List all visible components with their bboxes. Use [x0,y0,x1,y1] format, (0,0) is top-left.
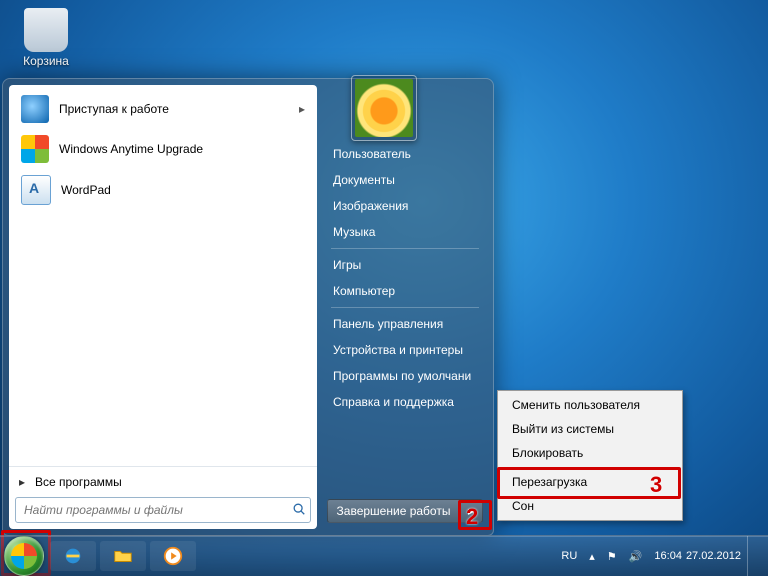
search-icon [288,502,310,519]
power-item-logoff[interactable]: Выйти из системы [500,417,680,441]
right-item-user[interactable]: Пользователь [321,141,489,167]
tray-show-hidden-icons[interactable]: ▴ [583,536,601,576]
search-box[interactable] [15,497,311,523]
getting-started-icon [21,95,49,123]
desktop: Корзина Приступая к работе ▸ Windows Any… [0,0,768,576]
user-picture-icon [355,79,413,137]
taskbar-item-ie[interactable] [50,541,96,571]
program-item-anytime-upgrade[interactable]: Windows Anytime Upgrade [13,129,313,169]
tray-clock[interactable]: 16:04 27.02.2012 [648,536,747,576]
media-player-icon [162,545,184,567]
all-programs-label: Все программы [35,475,122,489]
right-item-games[interactable]: Игры [321,252,489,278]
power-item-switch-user[interactable]: Сменить пользователя [500,393,680,417]
chevron-up-icon: ▴ [589,550,595,563]
ie-icon [62,545,84,567]
shutdown-button[interactable]: Завершение работы [327,499,459,523]
program-label: WordPad [61,183,111,197]
power-item-lock[interactable]: Блокировать [500,441,680,465]
separator [331,307,479,308]
right-item-help[interactable]: Справка и поддержка [321,389,489,415]
right-item-devices[interactable]: Устройства и принтеры [321,337,489,363]
wordpad-icon [21,175,51,205]
all-programs-button[interactable]: ▸ Все программы [9,466,317,497]
system-tray: RU ▴ ⚑ 🔊 16:04 27.02.2012 [555,536,768,576]
right-item-default-programs[interactable]: Программы по умолчани [321,363,489,389]
search-input[interactable] [16,503,288,517]
program-item-wordpad[interactable]: WordPad [13,169,313,211]
program-list: Приступая к работе ▸ Windows Anytime Upg… [9,85,317,466]
right-item-computer[interactable]: Компьютер [321,278,489,304]
start-menu: Приступая к работе ▸ Windows Anytime Upg… [2,78,494,536]
folder-icon [112,545,134,567]
right-item-documents[interactable]: Документы [321,167,489,193]
windows-anytime-icon [21,135,49,163]
recycle-bin-label: Корзина [16,54,76,68]
user-picture-frame[interactable] [351,75,417,141]
recycle-bin[interactable]: Корзина [16,8,76,68]
triangle-right-icon: ▸ [19,475,25,489]
recycle-bin-icon [24,8,68,52]
separator [331,248,479,249]
taskbar-item-explorer[interactable] [100,541,146,571]
tray-language[interactable]: RU [555,536,583,576]
show-desktop-button[interactable] [747,536,768,576]
start-button[interactable] [4,536,44,576]
right-item-music[interactable]: Музыка [321,219,489,245]
submenu-arrow-icon: ▸ [299,102,305,116]
taskbar-item-media-player[interactable] [150,541,196,571]
power-options-menu: Сменить пользователя Выйти из системы Бл… [497,390,683,521]
program-label: Приступая к работе [59,102,169,116]
annotation-marker-2: 2 [466,504,478,530]
tray-action-center[interactable]: ⚑ [601,536,623,576]
tray-volume[interactable]: 🔊 [623,536,649,576]
right-item-control-panel[interactable]: Панель управления [321,311,489,337]
start-menu-right-pane: Пользователь Документы Изображения Музык… [317,79,493,535]
clock-time: 16:04 [654,549,682,563]
program-item-getting-started[interactable]: Приступая к работе ▸ [13,89,313,129]
flag-icon: ⚑ [607,550,617,563]
annotation-marker-3: 3 [650,472,662,498]
start-menu-left-pane: Приступая к работе ▸ Windows Anytime Upg… [9,85,317,529]
speaker-icon: 🔊 [629,550,643,563]
shutdown-label: Завершение работы [337,504,451,518]
right-item-pictures[interactable]: Изображения [321,193,489,219]
clock-date: 27.02.2012 [686,549,741,563]
taskbar: RU ▴ ⚑ 🔊 16:04 27.02.2012 [0,535,768,576]
program-label: Windows Anytime Upgrade [59,142,203,156]
